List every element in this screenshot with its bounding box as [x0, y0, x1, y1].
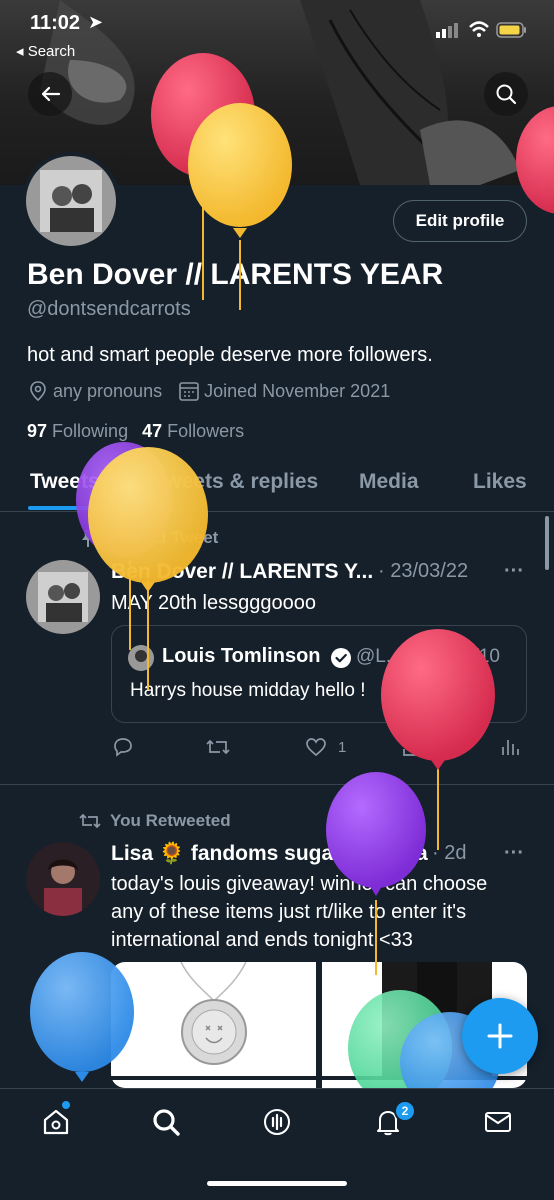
tweet2-avatar[interactable]: [26, 842, 100, 916]
quote-author: Louis Tomlinson: [162, 645, 321, 667]
tweet-date: · 23/03/22: [378, 560, 469, 582]
nav-home[interactable]: [36, 1102, 76, 1142]
profile-location: any pronouns: [53, 380, 163, 401]
like-button[interactable]: 1: [304, 735, 346, 759]
compose-tweet-button[interactable]: [462, 998, 538, 1074]
followers-link[interactable]: 47 Followers: [142, 421, 244, 442]
home-unread-dot: [62, 1101, 70, 1109]
followers-label: Followers: [167, 421, 245, 441]
following-link[interactable]: 97 Following: [27, 421, 128, 442]
tweet-avatar-photo: [26, 560, 100, 634]
scrollbar[interactable]: [545, 516, 549, 570]
like-count: 1: [338, 738, 347, 756]
tweet2-avatar-photo: [26, 842, 100, 916]
mail-icon: [485, 1112, 511, 1132]
tweet2-date: · 2d: [432, 842, 467, 864]
follow-stats: 97 Following 47 Followers: [27, 421, 244, 442]
retweet-context: You Retweeted: [78, 810, 231, 832]
battery-icon: [496, 22, 528, 43]
active-tab-indicator: [28, 506, 108, 510]
retweet-label: You Retweeted: [110, 811, 231, 830]
status-time: 11:02: [30, 12, 81, 34]
following-label: Following: [52, 421, 129, 441]
quote-text: Harrys house midday hello !: [130, 680, 366, 701]
notification-badge: 2: [394, 1100, 416, 1122]
nav-search[interactable]: [146, 1102, 186, 1142]
edit-profile-button[interactable]: Edit profile: [393, 200, 527, 242]
media-necklace[interactable]: [111, 962, 316, 1076]
search-button[interactable]: [484, 72, 528, 116]
verified-badge-icon: [330, 647, 352, 674]
profile-meta: any pronouns Joined November 2021: [27, 380, 390, 402]
media-item-4[interactable]: [322, 1080, 527, 1088]
followers-count: 47: [142, 421, 163, 441]
tab-tweets[interactable]: Tweets: [30, 470, 100, 494]
tab-media[interactable]: Media: [359, 470, 419, 494]
tweet-author[interactable]: Ben Dover // LARENTS Y...: [111, 560, 373, 584]
analytics-button[interactable]: [498, 735, 522, 764]
quote-tweet[interactable]: [111, 625, 527, 723]
profile-bio: hot and smart people deserve more follow…: [27, 344, 433, 366]
pin-icon: [82, 530, 94, 547]
home-indicator: [207, 1181, 347, 1186]
heart-icon: [306, 738, 326, 757]
calendar-icon: [179, 382, 199, 401]
pinned-label: Pinned Tweet: [110, 528, 219, 547]
nav-messages[interactable]: [478, 1102, 518, 1142]
quote-date: 07/12/10: [426, 646, 500, 667]
arrow-left-icon: [41, 86, 61, 102]
share-icon: [403, 736, 421, 756]
avatar-photo: [26, 156, 116, 246]
plus-icon: [487, 1023, 513, 1049]
profile-avatar[interactable]: [22, 152, 120, 250]
retweet-button[interactable]: [205, 735, 231, 764]
back-button[interactable]: [28, 72, 72, 116]
tab-tweets-replies[interactable]: Tweets & replies: [154, 470, 318, 494]
location-arrow-icon: ➤: [88, 12, 104, 32]
tweet2-text: today's louis giveaway! winner can choos…: [111, 873, 488, 951]
media-item-3[interactable]: [111, 1080, 316, 1088]
tweet-more-icon[interactable]: ···: [504, 560, 524, 583]
wifi-icon: [468, 20, 490, 43]
quote-avatar: [128, 645, 154, 671]
quote-avatar-photo: [128, 645, 154, 671]
following-count: 97: [27, 421, 48, 441]
profile-name: Ben Dover // LARENTS YEAR: [27, 258, 444, 291]
profile-handle: @dontsendcarrots: [27, 298, 191, 320]
necklace-photo: [180, 962, 247, 1065]
reply-button[interactable]: [111, 735, 135, 764]
tweet-text: MAY 20th lessgggoooo: [111, 592, 316, 614]
share-button[interactable]: [400, 735, 424, 764]
back-to-search-link[interactable]: ◂ Search: [16, 42, 75, 60]
profile-joined: Joined November 2021: [204, 380, 391, 401]
retweeted-icon: [79, 813, 101, 829]
signal-icon: [436, 22, 462, 43]
tab-likes[interactable]: Likes: [473, 470, 527, 494]
retweet-icon: [206, 739, 230, 755]
analytics-icon: [502, 740, 519, 755]
tweet2-author[interactable]: Lisa 🌻 fandoms sugar momma: [111, 842, 428, 866]
search-icon: [496, 84, 517, 105]
tweet-divider: [0, 784, 554, 785]
tweet2-more-icon[interactable]: ···: [504, 842, 524, 865]
tabs-divider: [0, 511, 554, 512]
search-nav-icon: [153, 1109, 180, 1136]
location-pin-icon: [30, 381, 46, 402]
pinned-context: Pinned Tweet: [78, 528, 218, 548]
home-icon: [43, 1109, 69, 1135]
spaces-icon: [264, 1109, 290, 1135]
tweet-avatar[interactable]: [26, 560, 100, 634]
reply-icon: [114, 738, 132, 757]
quote-handle: @L...: [356, 646, 402, 667]
nav-spaces[interactable]: [257, 1102, 297, 1142]
